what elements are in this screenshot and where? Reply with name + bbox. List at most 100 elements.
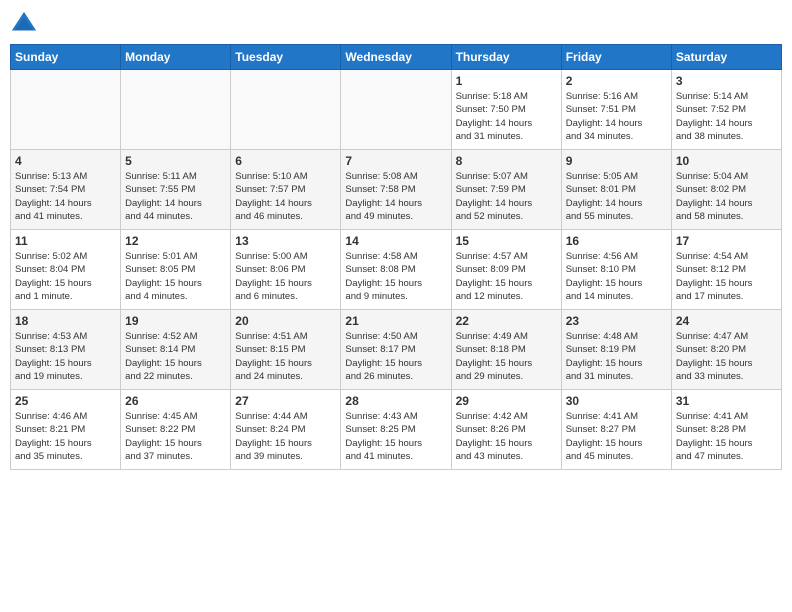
cell-content: Sunrise: 5:05 AM Sunset: 8:01 PM Dayligh… <box>566 170 667 223</box>
calendar-cell: 1Sunrise: 5:18 AM Sunset: 7:50 PM Daylig… <box>451 70 561 150</box>
calendar-cell: 22 Sunrise: 4:49 AM Sunset: 8:18 PM Dayli… <box>451 310 561 390</box>
calendar-cell: 29 Sunrise: 4:42 AM Sunset: 8:26 PM Dayli… <box>451 390 561 470</box>
calendar-cell: 8 Sunrise: 5:07 AM Sunset: 7:59 PM Daylig… <box>451 150 561 230</box>
cell-content: Sunrise: 5:01 AM Sunset: 8:05 PM Dayligh… <box>125 250 226 303</box>
cell-content: Sunrise: 4:50 AM Sunset: 8:17 PM Dayligh… <box>345 330 446 383</box>
calendar-cell: 25Sunrise: 4:46 AM Sunset: 8:21 PM Dayli… <box>11 390 121 470</box>
calendar-cell: 7 Sunrise: 5:08 AM Sunset: 7:58 PM Daylig… <box>341 150 451 230</box>
cell-content: Sunrise: 4:47 AM Sunset: 8:20 PM Dayligh… <box>676 330 777 383</box>
cell-content: Sunrise: 4:45 AM Sunset: 8:22 PM Dayligh… <box>125 410 226 463</box>
day-number: 7 <box>345 154 446 168</box>
cell-content: Sunrise: 4:54 AM Sunset: 8:12 PM Dayligh… <box>676 250 777 303</box>
day-number: 15 <box>456 234 557 248</box>
day-number: 23 <box>566 314 667 328</box>
cell-content: Sunrise: 4:41 AM Sunset: 8:28 PM Dayligh… <box>676 410 777 463</box>
logo-icon <box>10 10 38 38</box>
calendar-cell: 21 Sunrise: 4:50 AM Sunset: 8:17 PM Dayli… <box>341 310 451 390</box>
cell-content: Sunrise: 5:07 AM Sunset: 7:59 PM Dayligh… <box>456 170 557 223</box>
day-number: 10 <box>676 154 777 168</box>
day-number: 25 <box>15 394 116 408</box>
cell-content: Sunrise: 5:00 AM Sunset: 8:06 PM Dayligh… <box>235 250 336 303</box>
calendar-cell: 13 Sunrise: 5:00 AM Sunset: 8:06 PM Dayli… <box>231 230 341 310</box>
calendar-cell: 28Sunrise: 4:43 AM Sunset: 8:25 PM Dayli… <box>341 390 451 470</box>
day-number: 11 <box>15 234 116 248</box>
cell-content: Sunrise: 5:14 AM Sunset: 7:52 PM Dayligh… <box>676 90 777 143</box>
cell-content: Sunrise: 4:48 AM Sunset: 8:19 PM Dayligh… <box>566 330 667 383</box>
calendar-header-row: SundayMondayTuesdayWednesdayThursdayFrid… <box>11 45 782 70</box>
calendar-cell: 27 Sunrise: 4:44 AM Sunset: 8:24 PM Dayli… <box>231 390 341 470</box>
cell-content: Sunrise: 5:16 AM Sunset: 7:51 PM Dayligh… <box>566 90 667 143</box>
day-number: 9 <box>566 154 667 168</box>
calendar-week-row: 18 Sunrise: 4:53 AM Sunset: 8:13 PM Dayli… <box>11 310 782 390</box>
day-header-tuesday: Tuesday <box>231 45 341 70</box>
calendar-cell: 24 Sunrise: 4:47 AM Sunset: 8:20 PM Dayli… <box>671 310 781 390</box>
calendar-table: SundayMondayTuesdayWednesdayThursdayFrid… <box>10 44 782 470</box>
day-number: 24 <box>676 314 777 328</box>
page-header <box>10 10 782 38</box>
calendar-week-row: 25Sunrise: 4:46 AM Sunset: 8:21 PM Dayli… <box>11 390 782 470</box>
day-number: 16 <box>566 234 667 248</box>
day-header-monday: Monday <box>121 45 231 70</box>
calendar-cell: 20 Sunrise: 4:51 AM Sunset: 8:15 PM Dayli… <box>231 310 341 390</box>
logo <box>10 10 42 38</box>
calendar-cell <box>231 70 341 150</box>
day-number: 5 <box>125 154 226 168</box>
day-number: 14 <box>345 234 446 248</box>
calendar-cell: 9 Sunrise: 5:05 AM Sunset: 8:01 PM Daylig… <box>561 150 671 230</box>
calendar-cell: 2 Sunrise: 5:16 AM Sunset: 7:51 PM Daylig… <box>561 70 671 150</box>
calendar-cell: 15Sunrise: 4:57 AM Sunset: 8:09 PM Dayli… <box>451 230 561 310</box>
calendar-cell: 12 Sunrise: 5:01 AM Sunset: 8:05 PM Dayli… <box>121 230 231 310</box>
day-header-thursday: Thursday <box>451 45 561 70</box>
day-number: 8 <box>456 154 557 168</box>
day-number: 20 <box>235 314 336 328</box>
calendar-cell: 30Sunrise: 4:41 AM Sunset: 8:27 PM Dayli… <box>561 390 671 470</box>
cell-content: Sunrise: 5:10 AM Sunset: 7:57 PM Dayligh… <box>235 170 336 223</box>
cell-content: Sunrise: 5:02 AM Sunset: 8:04 PM Dayligh… <box>15 250 116 303</box>
day-number: 6 <box>235 154 336 168</box>
day-number: 12 <box>125 234 226 248</box>
day-header-saturday: Saturday <box>671 45 781 70</box>
cell-content: Sunrise: 4:42 AM Sunset: 8:26 PM Dayligh… <box>456 410 557 463</box>
cell-content: Sunrise: 4:43 AM Sunset: 8:25 PM Dayligh… <box>345 410 446 463</box>
calendar-week-row: 4 Sunrise: 5:13 AM Sunset: 7:54 PM Daylig… <box>11 150 782 230</box>
cell-content: Sunrise: 5:08 AM Sunset: 7:58 PM Dayligh… <box>345 170 446 223</box>
calendar-cell: 11 Sunrise: 5:02 AM Sunset: 8:04 PM Dayli… <box>11 230 121 310</box>
calendar-cell: 4 Sunrise: 5:13 AM Sunset: 7:54 PM Daylig… <box>11 150 121 230</box>
calendar-cell: 23 Sunrise: 4:48 AM Sunset: 8:19 PM Dayli… <box>561 310 671 390</box>
calendar-cell: 16 Sunrise: 4:56 AM Sunset: 8:10 PM Dayli… <box>561 230 671 310</box>
cell-content: Sunrise: 4:52 AM Sunset: 8:14 PM Dayligh… <box>125 330 226 383</box>
calendar-cell: 6 Sunrise: 5:10 AM Sunset: 7:57 PM Daylig… <box>231 150 341 230</box>
calendar-cell <box>341 70 451 150</box>
cell-content: Sunrise: 5:11 AM Sunset: 7:55 PM Dayligh… <box>125 170 226 223</box>
day-number: 26 <box>125 394 226 408</box>
calendar-cell: 5 Sunrise: 5:11 AM Sunset: 7:55 PM Daylig… <box>121 150 231 230</box>
cell-content: Sunrise: 5:13 AM Sunset: 7:54 PM Dayligh… <box>15 170 116 223</box>
day-number: 30 <box>566 394 667 408</box>
day-number: 29 <box>456 394 557 408</box>
day-number: 27 <box>235 394 336 408</box>
cell-content: Sunrise: 4:51 AM Sunset: 8:15 PM Dayligh… <box>235 330 336 383</box>
cell-content: Sunrise: 4:49 AM Sunset: 8:18 PM Dayligh… <box>456 330 557 383</box>
cell-content: Sunrise: 5:04 AM Sunset: 8:02 PM Dayligh… <box>676 170 777 223</box>
day-header-sunday: Sunday <box>11 45 121 70</box>
calendar-cell: 31 Sunrise: 4:41 AM Sunset: 8:28 PM Dayli… <box>671 390 781 470</box>
day-number: 22 <box>456 314 557 328</box>
day-number: 18 <box>15 314 116 328</box>
day-number: 17 <box>676 234 777 248</box>
calendar-cell: 19Sunrise: 4:52 AM Sunset: 8:14 PM Dayli… <box>121 310 231 390</box>
day-number: 1 <box>456 74 557 88</box>
day-number: 2 <box>566 74 667 88</box>
calendar-cell: 10 Sunrise: 5:04 AM Sunset: 8:02 PM Dayli… <box>671 150 781 230</box>
cell-content: Sunrise: 4:53 AM Sunset: 8:13 PM Dayligh… <box>15 330 116 383</box>
cell-content: Sunrise: 4:44 AM Sunset: 8:24 PM Dayligh… <box>235 410 336 463</box>
day-number: 31 <box>676 394 777 408</box>
cell-content: Sunrise: 4:58 AM Sunset: 8:08 PM Dayligh… <box>345 250 446 303</box>
calendar-cell <box>121 70 231 150</box>
day-number: 21 <box>345 314 446 328</box>
calendar-cell: 17 Sunrise: 4:54 AM Sunset: 8:12 PM Dayli… <box>671 230 781 310</box>
calendar-cell: 14 Sunrise: 4:58 AM Sunset: 8:08 PM Dayli… <box>341 230 451 310</box>
day-number: 4 <box>15 154 116 168</box>
day-number: 13 <box>235 234 336 248</box>
cell-content: Sunrise: 4:56 AM Sunset: 8:10 PM Dayligh… <box>566 250 667 303</box>
calendar-cell: 26 Sunrise: 4:45 AM Sunset: 8:22 PM Dayli… <box>121 390 231 470</box>
